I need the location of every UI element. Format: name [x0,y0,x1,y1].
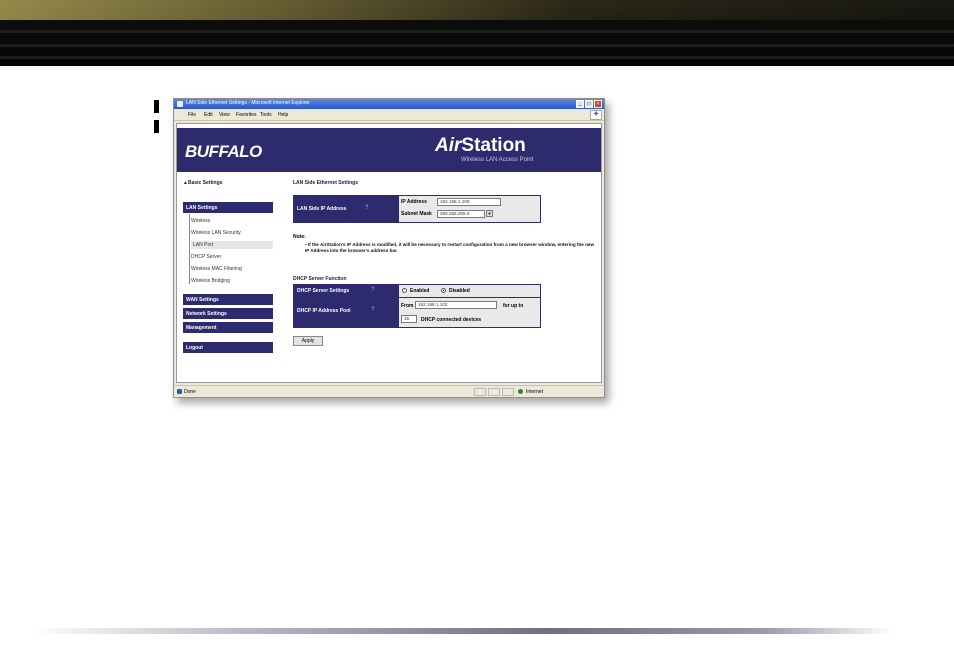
menu-help[interactable]: Help [278,112,288,118]
airstation-logo: AirStation [435,135,526,157]
airstation-header: BUFFALO AirStation Wireless LAN Access P… [177,128,601,172]
sidebar-item-wireless[interactable]: Wireless [191,218,210,224]
sidebar-logout[interactable]: Logout [183,342,273,353]
note-body: If the AirStation's IP Address is modifi… [305,242,595,253]
title-bar: LAN Side Ethernet Settings - Microsoft I… [174,99,604,109]
note-text: • If the AirStation's IP Address is modi… [305,242,595,253]
status-bar: Done Internet [174,385,604,397]
ip-address-input[interactable]: 192.168.1.100 [437,198,501,206]
browser-viewport: BUFFALO AirStation Wireless LAN Access P… [176,123,602,383]
dhcp-pool-cell: From 192.168.1.102 for up to 16 DHCP con… [399,298,540,327]
sidebar-lan-settings[interactable]: LAN Settings [183,202,273,213]
chevron-down-icon[interactable]: ▼ [486,210,493,217]
menu-favorites[interactable]: Favorites [236,112,257,118]
ie-page-icon [177,101,183,107]
window-controls: _ □ × [576,100,602,108]
sidebar-item-lan-port[interactable]: LAN Port [191,241,273,249]
maximize-button[interactable]: □ [585,100,593,108]
page-done-icon [177,389,182,394]
device-count-input[interactable]: 16 [401,315,417,323]
apply-button[interactable]: Apply [293,336,323,346]
note-title: Note: [293,234,306,240]
menu-file[interactable]: File [188,112,196,118]
browser-window: LAN Side Ethernet Settings - Microsoft I… [173,98,605,398]
disabled-radio[interactable] [441,288,446,293]
sidebar-item-dhcp-server[interactable]: DHCP Server [191,254,221,260]
sidebar-wan-settings[interactable]: WAN Settings [183,294,273,305]
dhcp-pool-label: DHCP IP Address Pool [297,308,351,314]
help-icon[interactable]: ? [371,307,375,313]
subnet-mask-label: Subnet Mask [401,211,432,217]
for-up-to-label: for up to [503,303,524,309]
tree-line [189,214,190,284]
banner-stripe [0,30,954,33]
sidebar-item-wireless-lan-security[interactable]: Wireless LAN Security [191,230,241,236]
dhcp-title: DHCP Server Function [293,276,347,282]
menu-tools[interactable]: Tools [260,112,272,118]
buffalo-logo: BUFFALO [185,142,262,161]
logo-station: Station [461,135,526,156]
product-subtitle: Wireless LAN Access Point [461,157,534,163]
dhcp-server-cell: Enabled Disabled [399,285,540,297]
ip-settings-cell: IP Address 192.168.1.100 Subnet Mask 255… [399,196,540,222]
windows-logo-icon: ✦ [590,110,602,120]
sidebar-management[interactable]: Management [183,322,273,333]
sidebar-network-settings[interactable]: Network Settings [183,308,273,319]
logo-air: Air [435,135,462,156]
status-segment [488,388,500,396]
page-title: LAN Side Ethernet Settings [293,180,359,186]
basic-settings-label: Basic Settings [187,180,223,186]
sidebar-item-wireless-bridging[interactable]: Wireless Bridging [191,278,230,284]
window-title: LAN Side Ethernet Settings - Microsoft I… [186,100,310,106]
banner-stripe [0,56,954,59]
subnet-mask-select[interactable]: 255.255.255.0 [437,210,485,218]
marker-bar [154,100,159,113]
minimize-button[interactable]: _ [576,100,584,108]
help-icon[interactable]: ? [371,287,375,293]
devices-label: DHCP connected devices [421,317,482,323]
menu-edit[interactable]: Edit [204,112,213,118]
banner-stripe [0,44,954,47]
from-ip-input[interactable]: 192.168.1.102 [415,301,497,309]
close-button[interactable]: × [594,100,602,108]
status-text: Done [184,389,196,395]
security-zone: Internet [526,389,543,395]
lan-ip-label: LAN Side IP Address [297,206,347,212]
enabled-label: Enabled [410,288,430,294]
basic-settings-link[interactable]: ▲Basic Settings [183,180,222,186]
dhcp-table: DHCP Server Settings ? Enabled Disabled … [293,284,541,328]
bottom-gradient-line [30,628,894,634]
marker-bar [154,120,159,133]
enabled-radio[interactable] [402,288,407,293]
from-label: From [401,303,414,309]
sidebar-item-wireless-mac-filtering[interactable]: Wireless MAC Filtering [191,266,242,272]
dhcp-server-label: DHCP Server Settings [297,288,350,294]
status-segment [502,388,514,396]
ip-address-label: IP Address [401,199,427,205]
menu-bar: File Edit View Favorites Tools Help ✦ [174,109,604,121]
internet-zone-icon [518,389,523,394]
status-segment [474,388,486,396]
help-icon[interactable]: ? [365,205,369,211]
menu-view[interactable]: View [219,112,230,118]
banner-sheen [0,0,954,20]
top-banner [0,0,954,66]
lan-ip-table: LAN Side IP Address ? IP Address 192.168… [293,195,541,223]
slide-page: LAN Side Ethernet Settings - Microsoft I… [0,0,954,660]
disabled-label: Disabled [449,288,470,294]
main-content: LAN Side Ethernet Settings LAN Side IP A… [293,180,599,380]
